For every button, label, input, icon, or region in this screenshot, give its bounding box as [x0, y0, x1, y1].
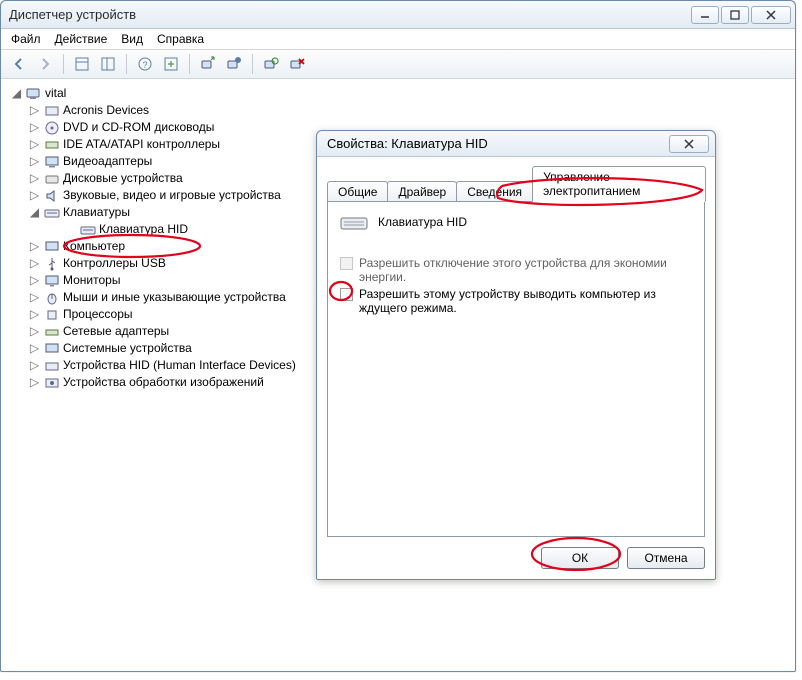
- usb-icon: [44, 256, 60, 272]
- tree-item-acronis[interactable]: ▷Acronis Devices: [29, 102, 795, 119]
- expand-icon[interactable]: ▷: [29, 122, 40, 133]
- menubar: Файл Действие Вид Справка: [1, 29, 795, 50]
- tab-power[interactable]: Управление электропитанием: [532, 166, 706, 202]
- menu-file[interactable]: Файл: [11, 32, 41, 46]
- update-driver-button[interactable]: [222, 53, 246, 75]
- close-button[interactable]: [751, 6, 791, 24]
- device-icon: [44, 103, 60, 119]
- expand-icon[interactable]: ▷: [29, 292, 40, 303]
- expand-icon[interactable]: ▷: [29, 139, 40, 150]
- expand-icon[interactable]: ▷: [29, 343, 40, 354]
- computer-icon: [44, 239, 60, 255]
- imaging-icon: [44, 375, 60, 391]
- dialog-close-button[interactable]: [669, 135, 709, 153]
- allow-power-off-label: Разрешить отключение этого устройства дл…: [359, 256, 692, 284]
- cpu-icon: [44, 307, 60, 323]
- uninstall-button[interactable]: [259, 53, 283, 75]
- svg-text:?: ?: [142, 60, 147, 70]
- action-button[interactable]: [159, 53, 183, 75]
- titlebar[interactable]: Диспетчер устройств: [1, 1, 795, 29]
- properties-button[interactable]: [96, 53, 120, 75]
- properties-dialog: Свойства: Клавиатура HID Общие Драйвер С…: [316, 130, 716, 580]
- expand-icon[interactable]: ▷: [29, 309, 40, 320]
- menu-view[interactable]: Вид: [121, 32, 143, 46]
- dialog-title: Свойства: Клавиатура HID: [327, 136, 669, 151]
- cancel-button[interactable]: Отмена: [627, 547, 705, 569]
- minimize-button[interactable]: [691, 6, 719, 24]
- allow-wake-row: Разрешить этому устройству выводить комп…: [340, 287, 692, 315]
- expand-icon[interactable]: ▷: [29, 105, 40, 116]
- hid-icon: [44, 358, 60, 374]
- keyboard-icon: [44, 205, 60, 221]
- computer-icon: [26, 86, 42, 102]
- disable-button[interactable]: [285, 53, 309, 75]
- collapse-icon[interactable]: ◢: [29, 207, 40, 218]
- menu-action[interactable]: Действие: [55, 32, 108, 46]
- forward-button[interactable]: [33, 53, 57, 75]
- system-icon: [44, 341, 60, 357]
- back-button[interactable]: [7, 53, 31, 75]
- disc-icon: [44, 120, 60, 136]
- expand-icon[interactable]: ▷: [29, 156, 40, 167]
- tab-general[interactable]: Общие: [327, 181, 388, 202]
- expand-icon[interactable]: ▷: [29, 258, 40, 269]
- controller-icon: [44, 137, 60, 153]
- tab-details[interactable]: Сведения: [456, 181, 533, 202]
- show-hidden-button[interactable]: [70, 53, 94, 75]
- expand-icon[interactable]: ▷: [29, 377, 40, 388]
- expand-icon[interactable]: ▷: [29, 360, 40, 371]
- drive-icon: [44, 171, 60, 187]
- allow-wake-checkbox[interactable]: [340, 288, 353, 301]
- tree-root-label: vital: [45, 85, 66, 102]
- allow-power-off-checkbox: [340, 257, 353, 270]
- scan-hardware-button[interactable]: [196, 53, 220, 75]
- mouse-icon: [44, 290, 60, 306]
- maximize-button[interactable]: [721, 6, 749, 24]
- monitor-icon: [44, 273, 60, 289]
- expand-icon[interactable]: ▷: [29, 241, 40, 252]
- device-name-label: Клавиатура HID: [378, 215, 467, 229]
- network-icon: [44, 324, 60, 340]
- collapse-icon[interactable]: ◢: [11, 88, 22, 99]
- menu-help[interactable]: Справка: [157, 32, 204, 46]
- dialog-titlebar[interactable]: Свойства: Клавиатура HID: [317, 131, 715, 157]
- expand-icon[interactable]: ▷: [29, 326, 40, 337]
- tab-strip: Общие Драйвер Сведения Управление электр…: [327, 165, 705, 201]
- sound-icon: [44, 188, 60, 204]
- allow-power-off-row: Разрешить отключение этого устройства дл…: [340, 256, 692, 284]
- keyboard-icon: [340, 212, 368, 232]
- allow-wake-label: Разрешить этому устройству выводить комп…: [359, 287, 692, 315]
- help-button[interactable]: ?: [133, 53, 157, 75]
- window-title: Диспетчер устройств: [9, 7, 691, 22]
- keyboard-icon: [80, 222, 96, 238]
- expand-icon[interactable]: ▷: [29, 173, 40, 184]
- tree-root[interactable]: ◢ vital: [11, 85, 795, 102]
- toolbar: ?: [1, 50, 795, 79]
- expand-icon[interactable]: ▷: [29, 275, 40, 286]
- ok-button[interactable]: ОК: [541, 547, 619, 569]
- display-icon: [44, 154, 60, 170]
- tab-pane-power: Клавиатура HID Разрешить отключение этог…: [327, 201, 705, 537]
- tab-driver[interactable]: Драйвер: [387, 181, 457, 202]
- expand-icon[interactable]: ▷: [29, 190, 40, 201]
